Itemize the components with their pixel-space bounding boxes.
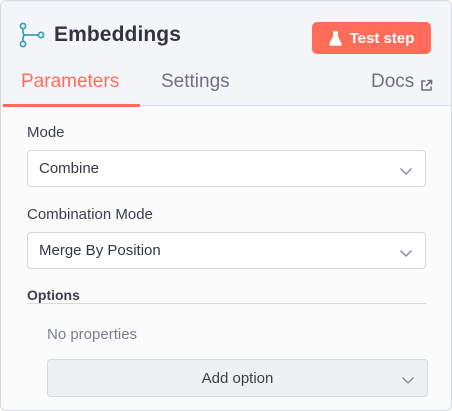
tab-settings[interactable]: Settings (161, 71, 230, 93)
add-option-button[interactable]: Add option (47, 359, 428, 397)
test-step-label: Test step (349, 29, 415, 47)
test-step-button[interactable]: Test step (312, 22, 431, 54)
tab-docs[interactable]: Docs (371, 71, 433, 93)
chevron-down-icon (401, 372, 415, 385)
tab-bar: Parameters Settings Docs (1, 63, 451, 107)
options-title: Options (27, 287, 80, 303)
no-properties-text: No properties (47, 326, 138, 343)
tab-settings-label: Settings (161, 71, 230, 92)
combination-mode-label: Combination Mode (27, 206, 153, 223)
mode-label: Mode (27, 124, 65, 141)
active-tab-indicator (3, 104, 140, 107)
flask-icon (328, 30, 342, 46)
chevron-down-icon (399, 163, 413, 176)
combination-mode-select[interactable]: Merge By Position (27, 232, 426, 269)
tab-parameters[interactable]: Parameters (21, 71, 119, 93)
node-title: Embeddings (54, 23, 182, 46)
node-parameters-panel: Embeddings Test step Parameters Settings… (0, 0, 452, 411)
combination-mode-select-value: Merge By Position (39, 242, 161, 259)
tab-docs-label: Docs (371, 71, 415, 92)
tab-parameters-label: Parameters (21, 71, 120, 92)
mode-select-value: Combine (39, 160, 100, 177)
mode-select[interactable]: Combine (27, 150, 426, 187)
external-link-icon (420, 76, 433, 91)
chevron-down-icon (399, 245, 413, 258)
title-row: Embeddings (19, 22, 181, 48)
options-divider (27, 303, 426, 304)
add-option-label: Add option (201, 370, 274, 387)
panel-header: Embeddings Test step Parameters Settings… (1, 1, 451, 107)
embeddings-node-icon (19, 22, 45, 48)
